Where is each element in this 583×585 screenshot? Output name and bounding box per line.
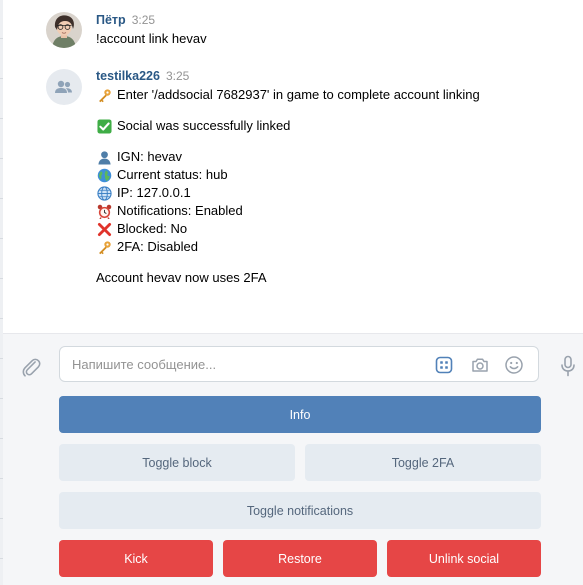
- message-history[interactable]: Пётр 3:25 !account link hevav testilka226…: [3, 0, 583, 334]
- author-name[interactable]: Пётр: [96, 13, 126, 27]
- linked-text: Social was successfully linked: [117, 118, 291, 133]
- keyboard-icon[interactable]: [433, 354, 455, 376]
- message-header: testilka226 3:25: [96, 68, 189, 84]
- info-button[interactable]: Info: [59, 396, 541, 433]
- toggle-notifications-button[interactable]: Toggle notifications: [59, 492, 541, 529]
- message-item: Пётр 3:25 !account link hevav: [46, 12, 566, 52]
- twofa-text: 2FA: Disabled: [117, 239, 198, 254]
- author-name[interactable]: testilka226: [96, 69, 160, 83]
- alarm-clock-emoji-icon: [96, 203, 112, 219]
- uses-2fa-line: Account hevav now uses 2FA: [96, 270, 267, 285]
- emoji-icon[interactable]: [503, 354, 525, 376]
- linked-line: Social was successfully linked: [96, 117, 566, 135]
- kick-button[interactable]: Kick: [59, 540, 213, 577]
- toggle-block-button[interactable]: Toggle block: [59, 444, 295, 481]
- ign-line: IGN: hevav: [96, 148, 566, 166]
- instruction-text: Enter '/addsocial 7682937' in game to co…: [117, 87, 480, 102]
- paperclip-icon[interactable]: [18, 354, 44, 380]
- bust-silhouette-emoji-icon: [96, 149, 112, 165]
- unlink-social-button[interactable]: Unlink social: [387, 540, 541, 577]
- message-input[interactable]: [72, 347, 422, 381]
- message-header: Пётр 3:25: [96, 12, 155, 28]
- blocked-line: Blocked: No: [96, 220, 566, 238]
- ip-line: IP: 127.0.0.1: [96, 184, 566, 202]
- globe-emoji-icon: [96, 167, 112, 183]
- notifications-line: Notifications: Enabled: [96, 202, 566, 220]
- message-time[interactable]: 3:25: [166, 69, 189, 83]
- message-item: testilka226 3:25 Enter '/addsocial 768293…: [46, 68, 566, 293]
- globe-meridians-emoji-icon: [96, 185, 112, 201]
- microphone-icon[interactable]: [556, 353, 580, 379]
- status-line: Current status: hub: [96, 166, 566, 184]
- camera-icon[interactable]: [469, 354, 491, 376]
- key-emoji-icon: [96, 239, 112, 255]
- ign-text: IGN: hevav: [117, 149, 183, 164]
- message-input-box[interactable]: [59, 346, 539, 382]
- message-text: Enter '/addsocial 7682937' in game to co…: [96, 86, 566, 287]
- bot-avatar[interactable]: [46, 69, 82, 105]
- twofa-line: 2FA: Disabled: [96, 238, 566, 256]
- message-text: !account link hevav: [96, 30, 566, 48]
- command-line: !account link hevav: [96, 31, 207, 46]
- blocked-text: Blocked: No: [117, 221, 188, 236]
- notifications-text: Notifications: Enabled: [117, 203, 243, 218]
- instruction-line: Enter '/addsocial 7682937' in game to co…: [96, 86, 566, 104]
- user-avatar[interactable]: [46, 12, 82, 48]
- key-emoji-icon: [96, 87, 112, 103]
- ip-text: IP: 127.0.0.1: [117, 185, 191, 200]
- user-photo-avatar-icon: [46, 12, 82, 48]
- status-text: Current status: hub: [117, 167, 228, 182]
- cross-mark-emoji-icon: [96, 221, 112, 237]
- message-time[interactable]: 3:25: [132, 13, 155, 27]
- restore-button[interactable]: Restore: [223, 540, 377, 577]
- toggle-2fa-button[interactable]: Toggle 2FA: [305, 444, 541, 481]
- group-avatar-icon: [55, 80, 72, 93]
- check-mark-emoji-icon: [96, 118, 112, 134]
